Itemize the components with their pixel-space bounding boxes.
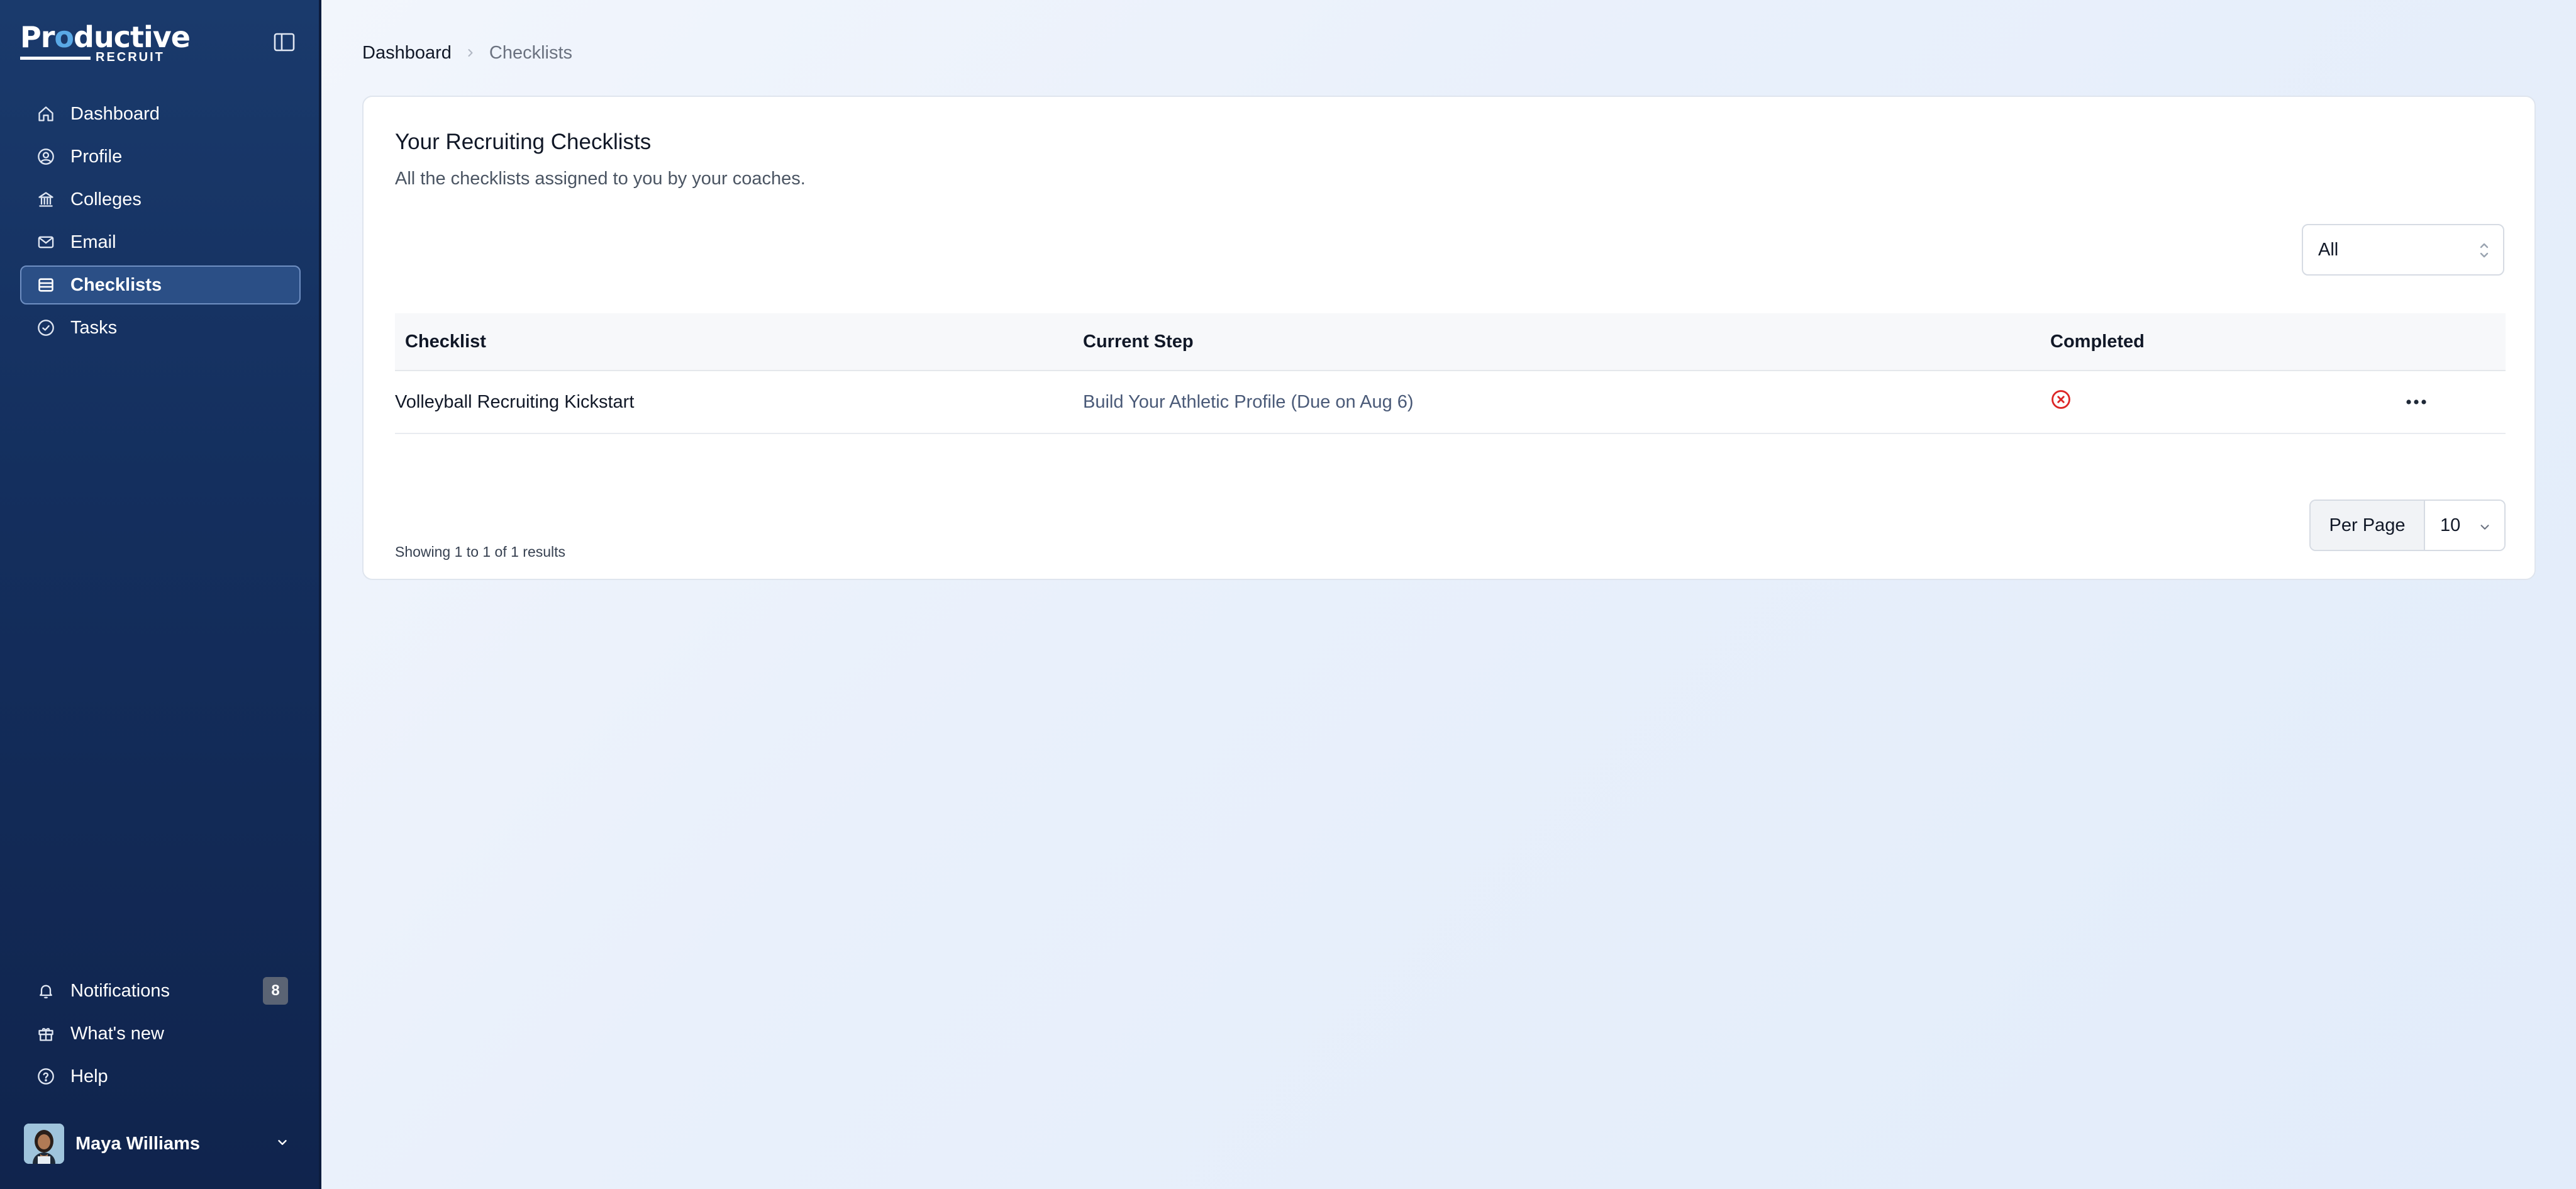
sidebar-item-label: What's new [70,1023,164,1044]
checklists-table: Checklist Current Step Completed Volleyb… [395,313,2506,434]
sidebar-item-whats-new[interactable]: What's new [20,1014,301,1053]
sidebar-item-email[interactable]: Email [20,223,301,262]
check-circle-icon [36,318,55,337]
brand-logo[interactable]: Productive RECRUIT [20,20,191,65]
help-circle-icon [36,1067,55,1086]
page-subtitle: All the checklists assigned to you by yo… [395,169,806,189]
sidebar-item-label: Email [70,232,116,252]
checklists-card: Your Recruiting Checklists All the check… [362,96,2536,580]
sidebar-bottom-nav: Notifications 8 What's new Help [20,971,301,1100]
sidebar-nav: Dashboard Profile Colleges Email Checkli… [20,94,301,351]
sidebar-item-help[interactable]: Help [20,1057,301,1096]
brand-sub: RECRUIT [96,50,165,64]
sidebar-item-dashboard[interactable]: Dashboard [20,94,301,133]
per-page-control: Per Page 10 [2309,500,2506,551]
sidebar-item-label: Colleges [70,189,142,209]
filter-selected-value: All [2318,239,2339,260]
ellipsis-icon [2406,399,2426,405]
per-page-value: 10 [2440,515,2461,535]
sidebar-item-label: Dashboard [70,103,160,124]
column-header-current-step[interactable]: Current Step [1083,332,2050,352]
per-page-label: Per Page [2311,501,2425,550]
brand-word: Productive [20,20,191,54]
row-actions [2365,393,2506,411]
sidebar: Productive RECRUIT Dashboard Profile Col… [0,0,321,1189]
results-summary: Showing 1 to 1 of 1 results [395,544,566,560]
table-header: Checklist Current Step Completed [395,313,2506,371]
checklist-filter-select[interactable]: All [2302,224,2504,276]
home-icon [36,104,55,123]
sidebar-item-label: Tasks [70,317,118,338]
sidebar-item-label: Notifications [70,980,170,1001]
sidebar-item-label: Help [70,1066,108,1086]
sidebar-item-profile[interactable]: Profile [20,137,301,176]
list-icon [36,276,55,294]
more-actions-button[interactable] [2402,393,2430,411]
avatar [24,1124,64,1164]
breadcrumb-dashboard-link[interactable]: Dashboard [362,43,452,64]
user-circle-icon [36,147,55,166]
table-row[interactable]: Volleyball Recruiting Kickstart Build Yo… [395,371,2506,434]
sidebar-toggle-button[interactable] [272,31,297,53]
breadcrumb-current: Checklists [489,42,573,63]
current-step: Build Your Athletic Profile (Due on Aug … [1083,391,1414,412]
sidebar-item-tasks[interactable]: Tasks [20,308,301,347]
user-menu[interactable]: Maya Williams [24,1124,294,1164]
checklist-name[interactable]: Volleyball Recruiting Kickstart [395,392,1083,413]
per-page-select[interactable]: 10 [2425,501,2504,550]
logo-underline [20,57,91,60]
x-circle-icon [2050,389,2072,415]
column-header-checklist[interactable]: Checklist [405,332,1083,352]
sidebar-item-checklists[interactable]: Checklists [20,265,301,304]
sidebar-item-label: Checklists [70,274,162,295]
sidebar-item-label: Profile [70,146,123,167]
sidebar-item-colleges[interactable]: Colleges [20,180,301,219]
chevron-down-icon [275,1136,289,1153]
chevron-up-down-icon [2478,239,2490,267]
building-icon [36,190,55,209]
bell-icon [36,981,55,1000]
mail-icon [36,233,55,252]
column-header-completed[interactable]: Completed [2050,332,2365,352]
sidebar-item-notifications[interactable]: Notifications 8 [20,971,301,1010]
page-title: Your Recruiting Checklists [395,130,652,154]
completed-status [2050,389,2365,415]
user-name: Maya Williams [75,1133,200,1154]
gift-icon [36,1024,55,1043]
breadcrumb: Dashboard Checklists [362,40,572,65]
chevron-right-icon [464,47,477,59]
chevron-down-icon [2478,518,2492,539]
sidebar-panel-icon [274,33,295,52]
notification-count-badge: 8 [263,977,288,1005]
